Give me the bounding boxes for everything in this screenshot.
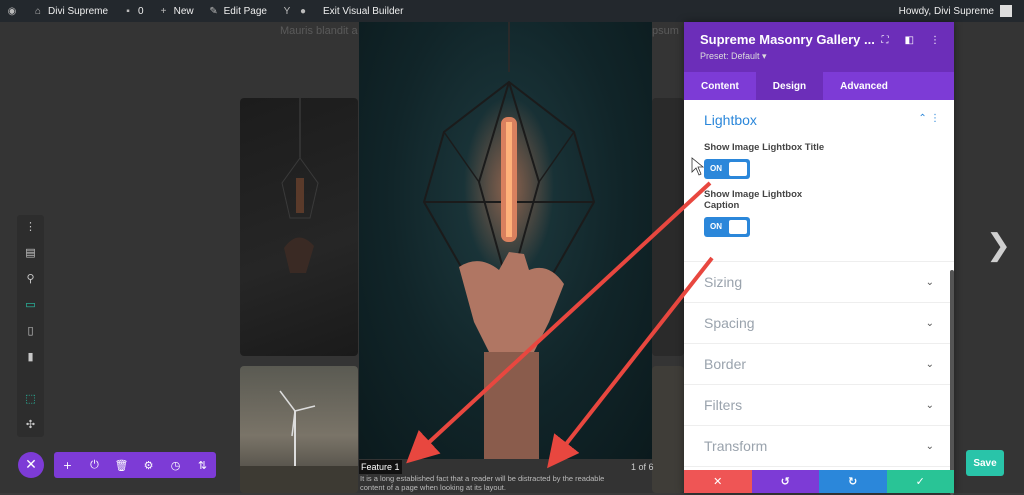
panel-scrollbar[interactable] — [950, 270, 954, 495]
option-label-lightbox-title: Show Image Lightbox Title — [704, 142, 825, 153]
chevron-up-icon[interactable]: ⌃ — [918, 113, 926, 124]
chevron-right-icon[interactable]: ❯ — [986, 228, 1011, 263]
site-name: Divi Supreme — [48, 5, 109, 17]
check-icon: ✓ — [915, 475, 925, 488]
tab-design[interactable]: Design — [755, 72, 824, 100]
chevron-down-icon: ⌄ — [925, 440, 934, 452]
pencil-icon: ✎ — [209, 5, 218, 17]
comments-item[interactable]: ▪ 0 — [122, 5, 144, 17]
gear-icon[interactable]: ⚙ — [135, 459, 162, 472]
discard-button[interactable]: ✕ — [684, 470, 752, 493]
section-controls: ⌃ ⋮ — [918, 113, 940, 124]
lightbox-image — [359, 22, 652, 459]
exit-builder-label: Exit Visual Builder — [322, 5, 404, 17]
option-label-lightbox-caption: Show Image Lightbox Caption — [704, 189, 803, 211]
lightbox-photo — [422, 22, 596, 459]
gallery-thumb-partial-2[interactable] — [652, 366, 684, 493]
wp-logo-item[interactable]: ◉ — [6, 6, 18, 17]
close-icon: ✕ — [713, 475, 723, 488]
save-button[interactable]: Save — [966, 450, 1004, 476]
howdy-text: Howdy, Divi Supreme — [898, 5, 994, 17]
gallery-thumb-partial-1[interactable] — [652, 98, 684, 356]
admin-bar: ◉ ⌂ Divi Supreme ▪ 0 + New ✎ Edit Page Y ● Ex… — [0, 0, 1024, 22]
yoast-icon: Y — [283, 5, 291, 17]
yoast-item[interactable]: Y ● — [281, 6, 309, 17]
layers-icon[interactable]: ▤ — [17, 241, 44, 263]
section-spacing[interactable]: Spacing ⌄ — [684, 303, 954, 344]
comment-icon: ▪ — [126, 5, 130, 17]
expand-icon[interactable]: ⛶ — [882, 35, 889, 46]
site-name-item[interactable]: ⌂ Divi Supreme — [32, 6, 108, 17]
desktop-view-icon[interactable]: ▭ — [17, 293, 44, 315]
undo-icon: ↺ — [780, 475, 790, 488]
lightbox-caption: It is a long established fact that a rea… — [360, 474, 605, 492]
exit-builder-item[interactable]: Exit Visual Builder — [323, 6, 403, 17]
undo-button[interactable]: ↺ — [751, 470, 819, 493]
edit-page-label: Edit Page — [223, 5, 267, 17]
builder-bottom-bar: + ⏻ 🗑 ⚙ ◷ ⇅ — [54, 452, 216, 478]
history-icon[interactable]: ◷ — [162, 459, 189, 472]
panel-header-icons: ⛶ ◧ ⋮ — [882, 35, 940, 46]
background-text-left: Mauris blandit a — [280, 25, 358, 37]
section-title-lightbox[interactable]: Lightbox — [704, 112, 934, 128]
section-filters[interactable]: Filters ⌄ — [684, 385, 954, 426]
new-label: New — [173, 5, 194, 17]
plus-icon: + — [160, 5, 167, 17]
chevron-down-icon: ⌄ — [925, 358, 934, 370]
add-icon[interactable]: + — [54, 459, 81, 472]
module-settings-panel: Supreme Masonry Gallery ... Preset: Defa… — [684, 22, 954, 495]
tab-advanced[interactable]: Advanced — [823, 72, 905, 100]
section-transform[interactable]: Transform ⌄ — [684, 426, 954, 467]
lightbox-counter: 1 of 6 — [631, 462, 654, 472]
click-mode-icon[interactable]: ✣ — [17, 413, 44, 435]
tablet-view-icon[interactable]: ▯ — [17, 319, 44, 341]
toggle-lightbox-title[interactable]: ON — [704, 159, 750, 179]
windmill-thumbnail-image — [240, 390, 358, 493]
account-menu[interactable]: Howdy, Divi Supreme — [899, 0, 1012, 22]
section-lightbox: Lightbox ⌃ ⋮ Show Image Lightbox Title O… — [684, 100, 954, 262]
panel-header[interactable]: Supreme Masonry Gallery ... Preset: Defa… — [684, 22, 954, 72]
phone-view-icon[interactable]: ▮ — [17, 345, 44, 367]
comments-count: 0 — [138, 5, 144, 17]
save-changes-button[interactable]: ✓ — [886, 470, 954, 493]
section-border[interactable]: Border ⌄ — [684, 344, 954, 385]
redo-icon: ↻ — [848, 475, 858, 488]
split-view-icon[interactable]: ◧ — [905, 35, 914, 46]
zoom-icon[interactable]: ⚲ — [17, 267, 44, 289]
preset-selector[interactable]: Preset: Default ▾ — [700, 51, 938, 62]
status-dot-icon: ● — [299, 5, 306, 17]
panel-tabs: Content Design Advanced — [684, 72, 954, 100]
redo-button[interactable]: ↻ — [819, 470, 887, 493]
sort-icon[interactable]: ⇅ — [189, 459, 216, 472]
panel-footer: ✕ ↺ ↻ ✓ — [684, 470, 954, 493]
background-text-right: psum — [652, 25, 679, 37]
tab-content[interactable]: Content — [684, 72, 756, 100]
gallery-thumb-windmill[interactable] — [240, 366, 358, 493]
edit-page-item[interactable]: ✎ Edit Page — [208, 6, 267, 17]
lamp-thumbnail-image — [281, 98, 319, 273]
power-icon[interactable]: ⏻ — [81, 458, 108, 472]
close-builder-button[interactable]: ✕ — [18, 452, 44, 478]
more-options-icon[interactable]: ⋮ — [17, 215, 44, 237]
section-sizing[interactable]: Sizing ⌄ — [684, 262, 954, 303]
chevron-down-icon: ⌄ — [925, 399, 934, 411]
dashboard-icon: ⌂ — [34, 5, 42, 17]
gallery-thumb-lamp-dark[interactable] — [240, 98, 358, 356]
lightbox-title: Feature 1 — [359, 460, 402, 474]
close-icon: ✕ — [25, 457, 37, 473]
more-vertical-icon[interactable]: ⋮ — [930, 35, 940, 46]
toggle-lightbox-caption[interactable]: ON — [704, 217, 750, 237]
select-mode-icon[interactable]: ⬚ — [17, 387, 44, 409]
trash-icon[interactable]: 🗑 — [108, 459, 135, 472]
avatar — [1000, 5, 1012, 17]
chevron-down-icon: ⌄ — [925, 317, 934, 329]
left-view-toolbar: ⋮ ▤ ⚲ ▭ ▯ ▮ ⬚ ✣ — [17, 215, 44, 437]
chevron-down-icon: ⌄ — [925, 276, 934, 288]
new-item[interactable]: + New — [158, 6, 194, 17]
section-more-icon[interactable]: ⋮ — [930, 113, 940, 124]
panel-body: Lightbox ⌃ ⋮ Show Image Lightbox Title O… — [684, 100, 954, 495]
wordpress-icon: ◉ — [7, 5, 17, 17]
